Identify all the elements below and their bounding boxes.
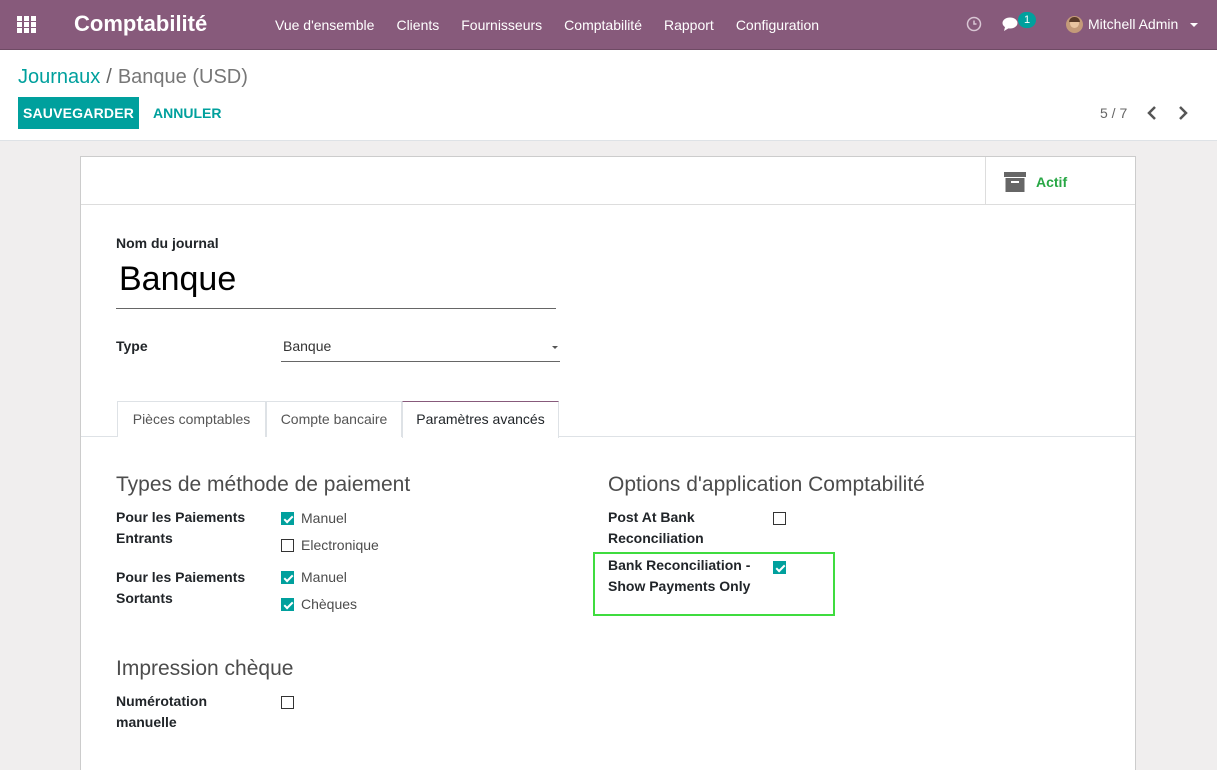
active-toggle-button[interactable]: Actif — [985, 157, 1136, 205]
main-menu: Vue d'ensemble Clients Fournisseurs Comp… — [264, 0, 830, 50]
journal-name-label: Nom du journal — [116, 235, 219, 251]
menu-item-configuration[interactable]: Configuration — [725, 0, 830, 50]
accounting-options-title: Options d'application Comptabilité — [608, 473, 925, 496]
clock-icon[interactable] — [966, 16, 982, 32]
tab-advanced-settings[interactable]: Paramètres avancés — [402, 401, 559, 438]
menu-item-overview[interactable]: Vue d'ensemble — [264, 0, 385, 50]
app-title[interactable]: Comptabilité — [74, 11, 207, 37]
archive-icon — [1004, 172, 1026, 192]
control-panel: Journaux / Banque (USD) SAUVEGARDER ANNULE… — [0, 50, 1217, 141]
incoming-payments-label: Pour les Paiements Entrants — [116, 509, 246, 546]
chevron-left-icon[interactable] — [1145, 103, 1159, 123]
post-at-bank-checkbox[interactable] — [773, 512, 786, 525]
type-label: Type — [116, 338, 148, 354]
breadcrumb-separator: / — [106, 66, 112, 88]
incoming-electronic-checkbox[interactable] — [281, 539, 294, 552]
manual-numbering-label: Numérotation manuelle — [116, 693, 207, 730]
menu-item-vendors[interactable]: Fournisseurs — [450, 0, 553, 50]
outgoing-payments-label: Pour les Paiements Sortants — [116, 569, 246, 606]
outgoing-manual-label: Manuel — [301, 569, 347, 585]
journal-name-input[interactable]: Banque — [116, 254, 556, 309]
apps-grid-icon[interactable] — [17, 16, 37, 34]
caret-down-icon[interactable] — [1190, 23, 1198, 27]
outgoing-manual-checkbox[interactable] — [281, 571, 294, 584]
menu-item-accounting[interactable]: Comptabilité — [553, 0, 653, 50]
type-value: Banque — [283, 338, 332, 354]
save-button[interactable]: SAUVEGARDER — [18, 97, 139, 129]
tab-bank-account[interactable]: Compte bancaire — [266, 401, 402, 437]
incoming-electronic-label: Electronique — [301, 537, 379, 553]
cancel-button[interactable]: ANNULER — [153, 97, 221, 129]
menu-item-customers[interactable]: Clients — [385, 0, 450, 50]
type-select[interactable]: Banque — [281, 338, 560, 362]
manual-numbering-checkbox[interactable] — [281, 696, 294, 709]
check-printing-title: Impression chèque — [116, 657, 294, 680]
menu-item-reporting[interactable]: Rapport — [653, 0, 725, 50]
user-name[interactable]: Mitchell Admin — [1088, 16, 1178, 32]
active-label: Actif — [1036, 174, 1068, 190]
chevron-right-icon[interactable] — [1176, 103, 1190, 123]
top-navbar: Comptabilité Vue d'ensemble Clients Four… — [0, 0, 1217, 50]
outgoing-checks-checkbox[interactable] — [281, 598, 294, 611]
breadcrumb: Journaux / Banque (USD) — [18, 66, 248, 89]
tab-journal-items[interactable]: Pièces comptables — [117, 401, 266, 437]
avatar[interactable] — [1066, 16, 1083, 33]
form-sheet: Actif Nom du journal Banque Type Banque … — [80, 156, 1136, 770]
payment-methods-title: Types de méthode de paiement — [116, 473, 411, 496]
breadcrumb-journals-link[interactable]: Journaux — [18, 66, 100, 88]
breadcrumb-current: Banque (USD) — [117, 66, 248, 88]
caret-down-icon — [552, 346, 558, 349]
show-payments-only-label: Bank Reconciliation - Show Payments Only — [608, 557, 751, 594]
pager-value[interactable]: 5 / 7 — [1100, 105, 1127, 121]
incoming-manual-label: Manuel — [301, 510, 347, 526]
outgoing-checks-label: Chèques — [301, 596, 358, 612]
show-payments-only-checkbox[interactable] — [773, 561, 786, 574]
chat-count-badge: 1 — [1018, 12, 1036, 28]
button-box: Actif — [81, 157, 1135, 205]
incoming-manual-checkbox[interactable] — [281, 512, 294, 525]
post-at-bank-label: Post At Bank Reconciliation — [608, 509, 704, 546]
